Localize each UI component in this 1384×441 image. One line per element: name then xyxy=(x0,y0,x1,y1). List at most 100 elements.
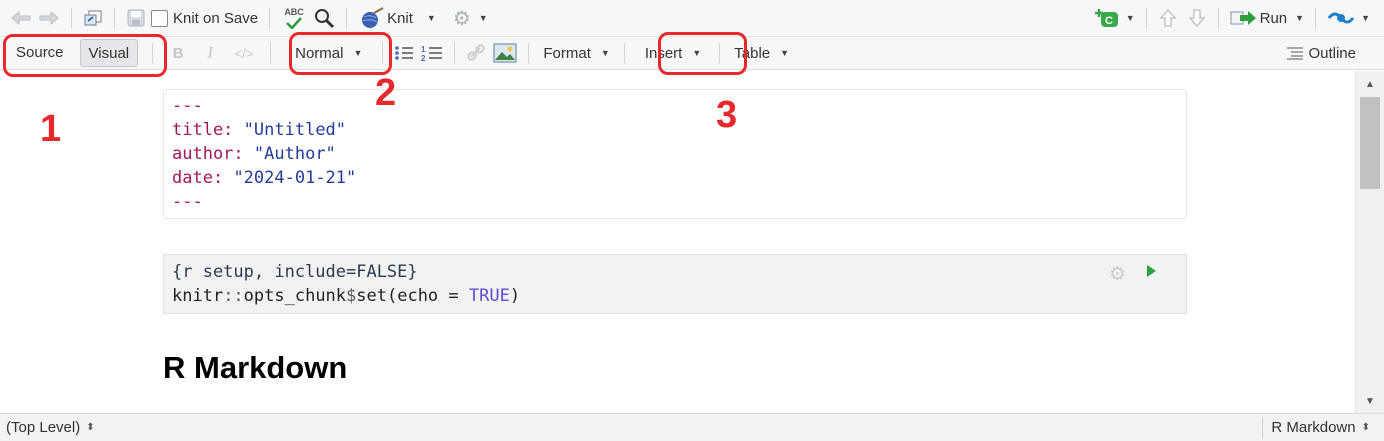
spellcheck-icon[interactable]: ABC xyxy=(281,5,307,31)
outline-label: Outline xyxy=(1308,44,1356,62)
divider xyxy=(114,8,115,28)
yaml-author-line: author: "Author" xyxy=(172,142,1178,166)
next-chunk-icon[interactable] xyxy=(1187,5,1207,31)
yaml-header-block[interactable]: --- title: "Untitled" author: "Author" d… xyxy=(163,89,1187,219)
run-chunk-play-icon[interactable] xyxy=(1146,263,1158,283)
language-label: R Markdown xyxy=(1271,419,1356,436)
scope-selector[interactable]: (Top Level) ⬍ xyxy=(6,419,95,436)
settings-gear-button[interactable]: ⚙ ▼ xyxy=(453,5,488,31)
source-mode-button[interactable]: Source xyxy=(8,39,72,65)
insert-menu-button[interactable]: Insert ▼ xyxy=(639,40,707,66)
knit-button[interactable]: Knit ▼ xyxy=(358,5,436,31)
chunk-options-gear-icon[interactable]: ⚙ xyxy=(1109,263,1126,286)
scroll-down-arrow-icon[interactable]: ▼ xyxy=(1365,396,1375,407)
yaml-author-key: author: xyxy=(172,144,244,164)
outline-icon xyxy=(1287,47,1304,60)
code-button[interactable]: </> xyxy=(229,40,259,66)
gear-icon: ⚙ xyxy=(452,7,471,30)
code-token: set(echo = xyxy=(356,286,469,306)
format-caret-icon: ▼ xyxy=(600,48,610,58)
divider xyxy=(1262,416,1264,439)
code-token: $ xyxy=(346,286,357,306)
annotation-number-3: 3 xyxy=(716,94,738,136)
yaml-close-delimiter: --- xyxy=(172,192,203,212)
scope-updown-icon: ⬍ xyxy=(86,422,95,433)
code-token: TRUE xyxy=(468,286,510,306)
run-label: Run xyxy=(1259,9,1288,27)
section-heading: R Markdown xyxy=(163,350,348,385)
divider xyxy=(623,43,625,63)
paragraph-style-caret-icon: ▼ xyxy=(353,48,363,58)
settings-dropdown-caret-icon[interactable]: ▼ xyxy=(479,13,488,23)
scroll-up-arrow-icon[interactable]: ▲ xyxy=(1365,79,1375,90)
publish-dropdown-caret-icon[interactable]: ▼ xyxy=(1361,13,1370,23)
status-bar: (Top Level) ⬍ R Markdown ⬍ xyxy=(0,413,1384,441)
divider xyxy=(270,43,272,63)
divider xyxy=(346,8,348,28)
yaml-open-delimiter: --- xyxy=(172,96,203,116)
paragraph-style-dropdown[interactable]: Normal ▼ xyxy=(289,40,368,66)
code-token: opts_chunk xyxy=(243,286,347,306)
back-arrow-icon[interactable] xyxy=(10,5,32,31)
insert-chunk-icon: C xyxy=(1094,9,1118,27)
outline-button[interactable]: Outline xyxy=(1280,40,1362,66)
table-caret-icon: ▼ xyxy=(780,48,790,58)
divider xyxy=(152,43,154,63)
yaml-title-line: title: "Untitled" xyxy=(172,118,1178,142)
yaml-author-value: "Author" xyxy=(253,144,336,164)
divider xyxy=(1217,8,1219,28)
divider xyxy=(719,43,721,63)
divider xyxy=(269,8,271,28)
paragraph-style-label: Normal xyxy=(295,44,344,62)
yaml-title-value: "Untitled" xyxy=(243,120,347,140)
scope-label: (Top Level) xyxy=(6,419,81,436)
visual-mode-button[interactable]: Visual xyxy=(79,39,139,67)
yaml-date-key: date: xyxy=(172,168,224,188)
yaml-date-value: "2024-01-21" xyxy=(233,168,357,188)
divider xyxy=(71,8,72,28)
insert-chunk-button[interactable]: C ▼ xyxy=(1094,5,1135,31)
r-code-chunk[interactable]: {r setup, include=FALSE} knitr::opts_chu… xyxy=(163,254,1187,314)
save-icon[interactable] xyxy=(126,5,146,31)
svg-text:2: 2 xyxy=(421,54,426,62)
divider xyxy=(528,43,530,63)
visual-format-toolbar: Source Visual B I </> Normal ▼ 12 Format… xyxy=(0,37,1384,70)
insert-chunk-caret-icon[interactable]: ▼ xyxy=(1126,13,1135,23)
vertical-scrollbar[interactable]: ▲ ▼ xyxy=(1355,71,1384,413)
divider xyxy=(1145,8,1147,28)
run-button[interactable]: Run ▼ xyxy=(1230,5,1304,31)
numbered-list-icon[interactable]: 12 xyxy=(421,40,443,66)
table-menu-label: Table xyxy=(734,44,771,62)
scrollbar-thumb[interactable] xyxy=(1360,97,1380,189)
code-token: :: xyxy=(223,286,244,306)
format-menu-button[interactable]: Format ▼ xyxy=(537,40,615,66)
previous-chunk-icon[interactable] xyxy=(1158,5,1178,31)
show-in-window-icon[interactable] xyxy=(83,5,103,31)
publish-button[interactable]: ▼ xyxy=(1327,5,1370,31)
knit-dropdown-caret-icon[interactable]: ▼ xyxy=(427,13,436,23)
annotation-number-1: 1 xyxy=(40,108,62,150)
spellcheck-abc-text: ABC xyxy=(284,6,304,17)
publish-icon xyxy=(1327,12,1355,24)
divider xyxy=(454,43,456,63)
find-replace-icon[interactable] xyxy=(313,5,335,31)
chunk-header: {r setup, include=FALSE} xyxy=(172,262,418,282)
run-dropdown-caret-icon[interactable]: ▼ xyxy=(1295,13,1304,23)
forward-arrow-icon[interactable] xyxy=(38,5,60,31)
checkbox-box[interactable] xyxy=(151,9,168,27)
language-selector[interactable]: R Markdown ⬍ xyxy=(1271,419,1370,436)
svg-text:C: C xyxy=(1105,15,1113,27)
knit-on-save-checkbox[interactable]: Knit on Save xyxy=(151,5,258,31)
insert-image-icon[interactable] xyxy=(493,40,517,66)
bullet-list-icon[interactable] xyxy=(394,40,414,66)
link-icon[interactable] xyxy=(466,40,486,66)
divider xyxy=(382,43,384,63)
chunk-code-line: knitr::opts_chunk$set(echo = TRUE) xyxy=(172,284,1178,308)
yaml-title-key: title: xyxy=(172,120,234,140)
table-menu-button[interactable]: Table ▼ xyxy=(728,40,795,66)
knit-label: Knit xyxy=(387,9,413,27)
bold-button[interactable]: B xyxy=(165,40,191,66)
italic-button[interactable]: I xyxy=(197,40,223,66)
code-token: knitr xyxy=(172,286,224,306)
knit-yarn-icon xyxy=(362,7,384,28)
